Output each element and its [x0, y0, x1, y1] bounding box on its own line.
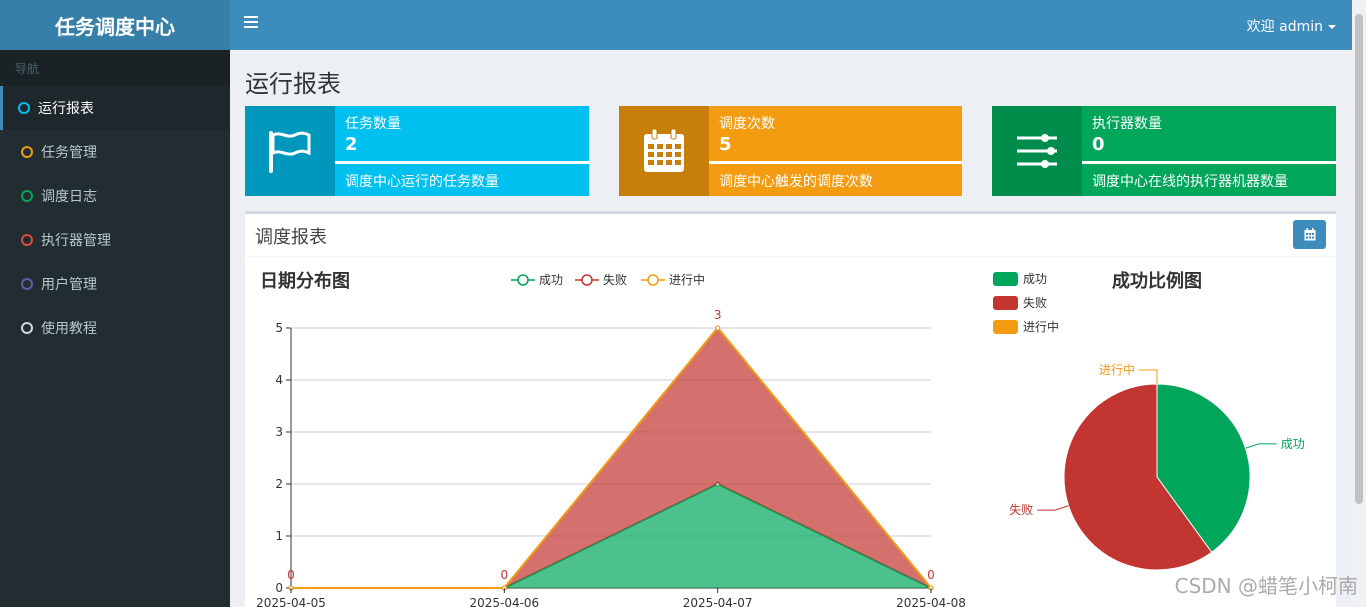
topbar: 欢迎 admin: [230, 0, 1366, 50]
flag-icon: [245, 106, 335, 196]
sidebar-item-4[interactable]: 用户管理: [0, 262, 230, 306]
legend-label: 失败: [603, 272, 627, 287]
welcome-text: 欢迎 admin: [1246, 19, 1323, 35]
pie-label: 失败: [1009, 502, 1033, 517]
legend-swatch: [993, 272, 1018, 286]
sidebar-item-label: 用户管理: [41, 277, 97, 293]
pie-label: 进行中: [1099, 362, 1135, 377]
legend-label: 成功: [539, 273, 563, 287]
sidebar-item-2[interactable]: 调度日志: [0, 174, 230, 218]
legend-label: 进行中: [1023, 319, 1059, 334]
info-box-title: 执行器数量: [1092, 116, 1162, 132]
pie-leader-line: [1139, 369, 1158, 384]
info-box-desc: 调度中心运行的任务数量: [345, 174, 499, 190]
calendar-icon: [619, 106, 709, 196]
sidebar-item-label: 执行器管理: [41, 233, 111, 249]
pie-legend-item-1[interactable]: 失败: [993, 295, 1047, 310]
scrollbar-thumb[interactable]: [1355, 14, 1363, 504]
y-tick-label: 1: [275, 529, 283, 543]
legend-item-1[interactable]: 失败: [575, 272, 627, 287]
report-title: 调度报表: [255, 227, 327, 248]
nav-list: 运行报表任务管理调度日志执行器管理用户管理使用教程: [0, 86, 230, 350]
divider: [709, 161, 962, 164]
sidebar-item-label: 调度日志: [41, 189, 97, 205]
sidebar: 任务调度中心 导航 运行报表任务管理调度日志执行器管理用户管理使用教程: [0, 0, 230, 607]
sidebar-item-label: 使用教程: [41, 321, 97, 337]
y-tick-label: 0: [275, 581, 283, 595]
info-box-value: 0: [1092, 134, 1105, 155]
x-tick-label: 2025-04-05: [256, 596, 326, 607]
info-box-schedules: 调度次数 5 调度中心触发的调度次数: [619, 106, 962, 196]
legend-label: 失败: [1023, 295, 1047, 310]
divider: [1082, 161, 1336, 164]
legend-swatch: [993, 320, 1018, 334]
divider: [245, 256, 1336, 257]
sidebar-item-1[interactable]: 任务管理: [0, 130, 230, 174]
legend-label: 进行中: [669, 272, 705, 287]
y-tick-label: 2: [275, 477, 283, 491]
pie-leader-line: [1245, 443, 1277, 449]
date-range-button[interactable]: [1293, 220, 1326, 249]
circle-icon: [21, 278, 33, 290]
x-tick-label: 2025-04-08: [896, 596, 965, 607]
watermark: CSDN @蜡笔小柯南: [1174, 574, 1358, 598]
divider: [335, 161, 589, 164]
circle-icon: [18, 102, 30, 114]
info-box-value: 2: [345, 134, 358, 155]
info-box-executors: 执行器数量 0 调度中心在线的执行器机器数量: [992, 106, 1336, 196]
info-box-tasks: 任务数量 2 调度中心运行的任务数量: [245, 106, 589, 196]
sliders-icon: [992, 106, 1082, 196]
menu-toggle-icon[interactable]: [244, 16, 258, 28]
circle-icon: [21, 146, 33, 158]
data-label: 0: [927, 568, 935, 582]
legend-item-2[interactable]: 进行中: [641, 272, 705, 287]
legend-marker: [581, 274, 593, 286]
circle-icon: [21, 234, 33, 246]
info-box-desc: 调度中心在线的执行器机器数量: [1092, 174, 1288, 190]
data-label: 3: [714, 308, 722, 322]
sidebar-item-label: 任务管理: [41, 145, 97, 161]
page-title: 运行报表: [245, 70, 341, 98]
pie-legend-item-0[interactable]: 成功: [993, 272, 1047, 286]
legend-swatch: [993, 296, 1018, 310]
info-box-value: 5: [719, 134, 732, 155]
line-chart: 成功 失败 进行中0123450 0302025-04-05 2025-04-06 202…: [256, 272, 965, 607]
info-box-desc: 调度中心触发的调度次数: [719, 174, 873, 190]
circle-icon: [21, 322, 33, 334]
calendar-icon: [1304, 228, 1315, 241]
main-content: 运行报表 任务数量 2 调度中心运行的任务数量 调度次数 5 调度中心触发的调度…: [230, 50, 1352, 607]
circle-icon: [21, 190, 33, 202]
sidebar-item-0[interactable]: 运行报表: [0, 86, 230, 130]
sidebar-item-3[interactable]: 执行器管理: [0, 218, 230, 262]
sidebar-item-label: 运行报表: [38, 101, 94, 117]
vertical-scrollbar[interactable]: [1352, 0, 1366, 607]
legend-marker: [517, 274, 529, 286]
pie-leader-line: [1037, 505, 1069, 511]
app-logo[interactable]: 任务调度中心: [0, 0, 230, 50]
data-point: [715, 325, 721, 331]
legend-item-0[interactable]: 成功: [511, 273, 563, 287]
report-box: 调度报表 日期分布图 成功比例图 成功 失败 进行中 0 1 2 3 4 5 0 0 3 0 2025-0…: [245, 211, 1336, 607]
info-box-title: 任务数量: [345, 116, 401, 132]
y-tick-label: 5: [275, 321, 283, 335]
x-tick-label: 2025-04-07: [683, 596, 753, 607]
pie-label: 成功: [1281, 437, 1305, 451]
nav-header: 导航: [0, 50, 230, 86]
pie-chart: 成功失败进行中成功失败进行中: [993, 272, 1305, 571]
caret-down-icon: [1328, 25, 1336, 29]
legend-label: 成功: [1023, 272, 1047, 286]
data-label: 0: [501, 568, 509, 582]
pie-legend-item-2[interactable]: 进行中: [993, 319, 1059, 334]
user-menu[interactable]: 欢迎 admin: [1247, 16, 1336, 36]
sidebar-item-5[interactable]: 使用教程: [0, 306, 230, 350]
y-tick-label: 3: [275, 425, 283, 439]
data-label: 0: [287, 568, 295, 582]
info-box-title: 调度次数: [719, 116, 775, 132]
legend-marker: [647, 274, 659, 286]
y-tick-label: 4: [275, 373, 283, 387]
x-tick-label: 2025-04-06: [469, 596, 539, 607]
